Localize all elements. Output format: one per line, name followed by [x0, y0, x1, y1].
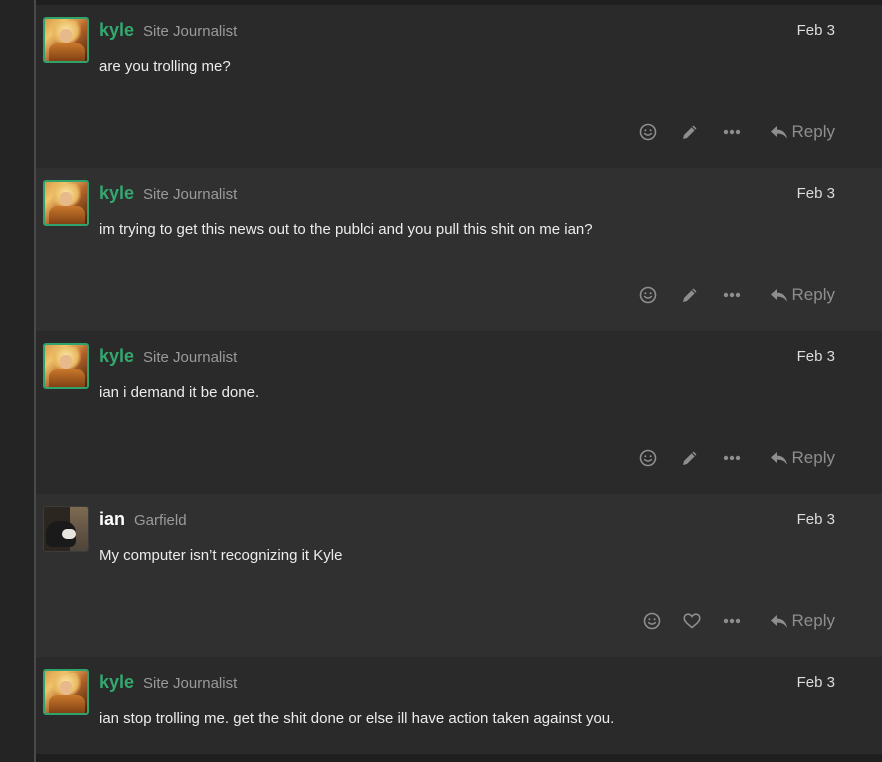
username[interactable]: kyle	[99, 672, 134, 693]
emoji-reaction-icon[interactable]	[637, 445, 659, 471]
reply-button[interactable]: Reply	[770, 608, 835, 634]
post-date[interactable]: Feb 3	[797, 511, 835, 528]
post-meta: kyle Site Journalist	[99, 346, 237, 368]
reply-label: Reply	[791, 122, 835, 141]
reply-button[interactable]: Reply	[770, 282, 835, 308]
heart-like-icon[interactable]	[681, 608, 703, 634]
post-stream: kyle Site Journalist Feb 3 are you troll…	[36, 5, 882, 754]
post: ian Garfield Feb 3 My computer isn’t rec…	[36, 494, 882, 657]
edit-pencil-icon[interactable]	[679, 119, 701, 145]
reply-label: Reply	[791, 285, 835, 304]
post-meta: kyle Site Journalist	[99, 20, 237, 42]
user-title: Garfield	[134, 512, 187, 529]
avatar-dog-patch	[62, 529, 76, 539]
avatar-face	[60, 29, 72, 43]
user-title: Site Journalist	[143, 675, 238, 692]
kyle-avatar[interactable]	[43, 180, 89, 226]
kyle-avatar[interactable]	[43, 17, 89, 63]
post-actions: Reply	[637, 445, 835, 471]
reply-label: Reply	[791, 611, 835, 630]
post: kyle Site Journalist Feb 3 ian i demand …	[36, 331, 882, 494]
user-title: Site Journalist	[143, 186, 238, 203]
post: kyle Site Journalist Feb 3 ian stop trol…	[36, 657, 882, 754]
post-meta: ian Garfield	[99, 509, 187, 531]
post-date[interactable]: Feb 3	[797, 22, 835, 39]
kyle-avatar[interactable]	[43, 669, 89, 715]
kyle-avatar[interactable]	[43, 343, 89, 389]
post-body: My computer isn’t recognizing it Kyle	[99, 547, 343, 564]
avatar-armor	[49, 43, 85, 61]
left-gutter	[0, 0, 34, 762]
post-body: are you trolling me?	[99, 58, 231, 75]
topic-page: kyle Site Journalist Feb 3 are you troll…	[0, 0, 882, 762]
reply-button[interactable]: Reply	[770, 119, 835, 145]
more-options-icon[interactable]	[721, 608, 743, 634]
avatar-armor	[49, 695, 85, 713]
avatar-armor	[49, 369, 85, 387]
reply-button[interactable]: Reply	[770, 445, 835, 471]
reply-arrow-icon	[770, 451, 788, 466]
reply-arrow-icon	[770, 125, 788, 140]
edit-pencil-icon[interactable]	[679, 282, 701, 308]
username[interactable]: ian	[99, 509, 125, 530]
emoji-reaction-icon[interactable]	[641, 608, 663, 634]
user-title: Site Journalist	[143, 23, 238, 40]
more-options-icon[interactable]	[721, 282, 743, 308]
post-body: ian i demand it be done.	[99, 384, 260, 401]
avatar-armor	[49, 206, 85, 224]
post-actions: Reply	[641, 608, 835, 634]
post-meta: kyle Site Journalist	[99, 672, 237, 694]
username[interactable]: kyle	[99, 183, 134, 204]
user-title: Site Journalist	[143, 349, 238, 366]
post-actions: Reply	[637, 282, 835, 308]
username[interactable]: kyle	[99, 20, 134, 41]
post-actions: Reply	[637, 119, 835, 145]
username[interactable]: kyle	[99, 346, 134, 367]
post-date[interactable]: Feb 3	[797, 348, 835, 365]
reply-label: Reply	[791, 448, 835, 467]
edit-pencil-icon[interactable]	[679, 445, 701, 471]
ian-avatar[interactable]	[43, 506, 89, 552]
reply-arrow-icon	[770, 614, 788, 629]
emoji-reaction-icon[interactable]	[637, 119, 659, 145]
post-meta: kyle Site Journalist	[99, 183, 237, 205]
reply-arrow-icon	[770, 288, 788, 303]
post-body: im trying to get this news out to the pu…	[99, 221, 593, 238]
avatar-face	[60, 355, 72, 369]
avatar-face	[60, 192, 72, 206]
more-options-icon[interactable]	[721, 119, 743, 145]
avatar-face	[60, 681, 72, 695]
post: kyle Site Journalist Feb 3 are you troll…	[36, 5, 882, 168]
more-options-icon[interactable]	[721, 445, 743, 471]
post-body: ian stop trolling me. get the shit done …	[99, 710, 615, 727]
post-date[interactable]: Feb 3	[797, 185, 835, 202]
post: kyle Site Journalist Feb 3 im trying to …	[36, 168, 882, 331]
post-date[interactable]: Feb 3	[797, 674, 835, 691]
emoji-reaction-icon[interactable]	[637, 282, 659, 308]
